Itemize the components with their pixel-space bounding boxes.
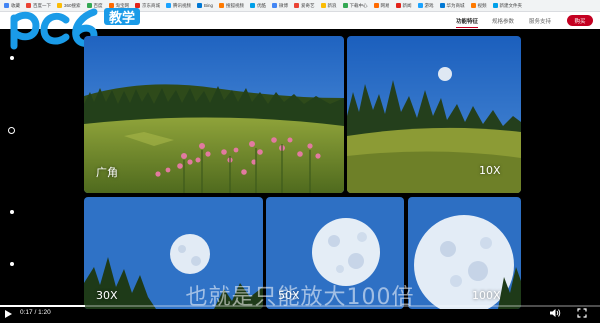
video-progress-bar[interactable] bbox=[0, 305, 600, 307]
video-time: 0:17 / 1:20 bbox=[20, 309, 51, 316]
bookmark-item[interactable]: 新浪 bbox=[320, 2, 337, 9]
bookmark-label: 游戏 bbox=[424, 2, 434, 8]
bookmark-item[interactable]: 优酷 bbox=[250, 3, 266, 9]
volume-icon[interactable] bbox=[549, 308, 561, 318]
bookmark-label: 视频 bbox=[477, 2, 487, 8]
bookmark-item[interactable]: Bing bbox=[197, 3, 213, 8]
bookmark-item[interactable]: 搜狐视频 bbox=[219, 3, 244, 9]
bookmark-favicon-icon bbox=[342, 3, 348, 8]
bookmark-favicon-icon bbox=[272, 3, 278, 8]
bookmark-item[interactable]: 微博 bbox=[272, 3, 288, 9]
photo-wide-angle: 广角 bbox=[84, 36, 344, 193]
bookmark-favicon-icon bbox=[439, 3, 445, 8]
bookmark-item[interactable]: 下载中心 bbox=[342, 2, 368, 9]
bookmark-label: 新建文件夹 bbox=[499, 2, 523, 8]
nav-specs-link[interactable]: 规格参数 bbox=[492, 17, 514, 25]
slide-dot-1[interactable] bbox=[10, 56, 14, 60]
bookmark-item[interactable]: 新闻 bbox=[395, 2, 412, 9]
label-10x: 10X bbox=[479, 164, 501, 177]
bookmark-favicon-icon bbox=[294, 3, 300, 8]
play-icon[interactable] bbox=[3, 309, 13, 319]
slide-dot-active[interactable] bbox=[8, 127, 15, 134]
bookmark-favicon-icon bbox=[395, 3, 401, 8]
bookmark-label: 下载中心 bbox=[349, 2, 368, 8]
bookmark-favicon-icon bbox=[417, 3, 423, 8]
slide-dot-4[interactable] bbox=[10, 262, 14, 266]
bookmark-label: 微博 bbox=[279, 2, 289, 8]
bookmark-favicon-icon bbox=[197, 3, 203, 8]
bookmark-item[interactable]: 腾讯视频 bbox=[166, 3, 191, 9]
slide-dot-3[interactable] bbox=[10, 210, 14, 214]
logo-badge: 教学 bbox=[104, 8, 140, 26]
bookmark-label: 搜狐视频 bbox=[226, 2, 245, 8]
bookmark-label: 华为商城 bbox=[446, 2, 465, 8]
bookmark-favicon-icon bbox=[250, 3, 256, 8]
bookmark-label: 爱奇艺 bbox=[301, 2, 315, 8]
bookmark-favicon-icon bbox=[166, 3, 172, 8]
nav-features-link[interactable]: 功能特征 bbox=[456, 17, 479, 28]
label-wide-angle: 广角 bbox=[96, 166, 118, 179]
buy-button[interactable]: 购买 bbox=[567, 15, 593, 26]
bookmark-label: 京东商城 bbox=[142, 2, 161, 8]
bookmark-item[interactable]: 爱奇艺 bbox=[294, 3, 315, 9]
bookmark-label: 网易 bbox=[380, 2, 390, 8]
bookmark-label: 新闻 bbox=[402, 2, 412, 8]
bookmark-item[interactable]: 视频 bbox=[470, 2, 487, 9]
photo-10x: 10X bbox=[347, 36, 521, 193]
bookmark-favicon-icon bbox=[492, 3, 498, 8]
bookmark-favicon-icon bbox=[373, 3, 379, 8]
bookmark-favicon-icon bbox=[219, 3, 225, 8]
bookmark-item[interactable]: 游戏 bbox=[417, 2, 434, 9]
bookmark-label: Bing bbox=[204, 3, 214, 8]
bookmark-favicon-icon bbox=[470, 3, 476, 8]
nav-support-link[interactable]: 服务支持 bbox=[529, 17, 551, 25]
bookmark-item[interactable]: 华为商城 bbox=[439, 2, 465, 9]
video-progress-fill bbox=[0, 305, 86, 307]
bookmark-item[interactable]: 新建文件夹 bbox=[492, 2, 523, 9]
bookmark-label: 腾讯视频 bbox=[173, 2, 192, 8]
fullscreen-icon[interactable] bbox=[577, 308, 587, 318]
bookmark-item[interactable]: 网易 bbox=[373, 2, 390, 9]
bookmark-label: 优酷 bbox=[257, 2, 267, 8]
bookmark-label: 新浪 bbox=[327, 2, 337, 8]
bookmark-favicon-icon bbox=[320, 3, 326, 8]
